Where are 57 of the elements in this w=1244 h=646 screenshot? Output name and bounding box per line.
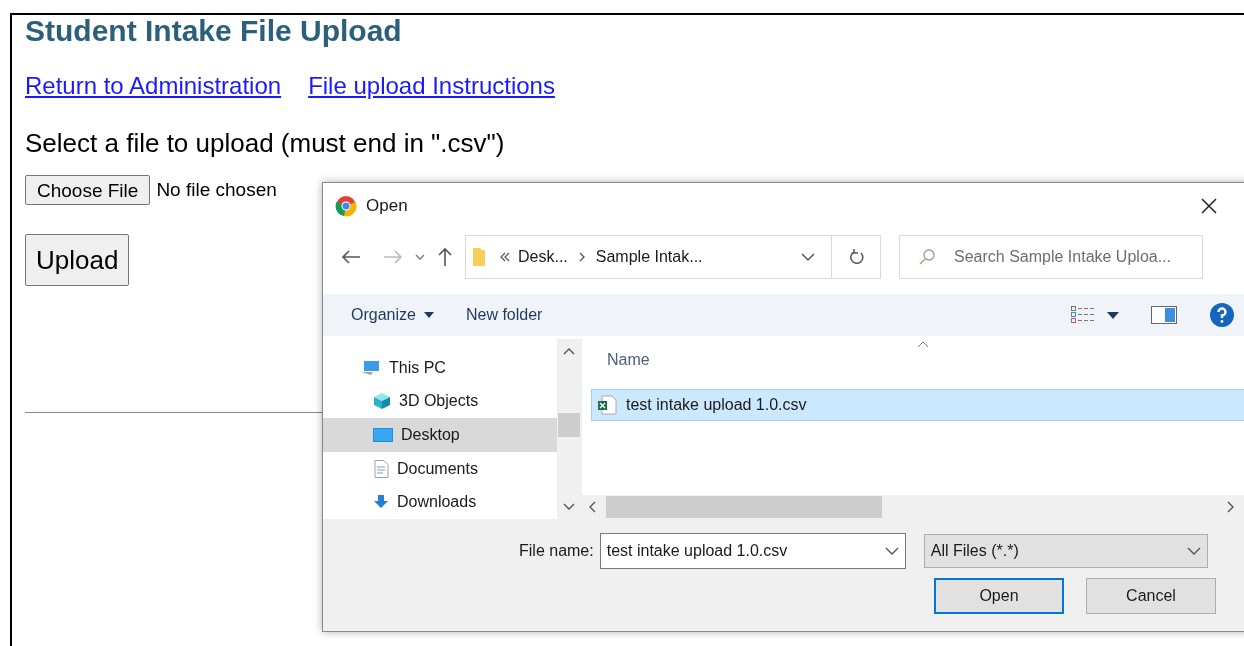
nav-tree-item[interactable]: 3D Objects	[323, 384, 557, 419]
page-title: Student Intake File Upload	[25, 15, 402, 47]
scroll-down-icon[interactable]	[563, 503, 575, 511]
up-arrow-icon[interactable]	[437, 247, 453, 267]
choose-file-button[interactable]: Choose File	[25, 175, 151, 205]
file-row[interactable]: test intake upload 1.0.csv	[591, 389, 1244, 421]
search-icon	[919, 249, 935, 265]
download-icon	[373, 495, 389, 510]
search-field[interactable]: Search Sample Intake Uploa...	[899, 235, 1203, 279]
preview-pane-icon[interactable]	[1151, 306, 1177, 324]
back-arrow-icon[interactable]	[341, 249, 361, 265]
link[interactable]: File upload Instructions	[308, 72, 555, 100]
dropdown-caret-icon	[1186, 547, 1201, 555]
computer-icon	[361, 359, 381, 376]
scrollbar-thumb[interactable]	[558, 413, 580, 437]
caret-down-icon	[423, 312, 434, 318]
view-list-icon[interactable]	[1071, 306, 1095, 324]
spreadsheet-file-icon	[597, 395, 617, 415]
document-icon	[373, 459, 389, 478]
caret-icon[interactable]	[415, 253, 425, 261]
column-header[interactable]: Name	[607, 348, 1244, 372]
nav-tree-item[interactable]: Downloads	[323, 485, 557, 519]
link[interactable]: Return to Administration	[25, 72, 282, 100]
address-bar[interactable]: Desk... Sample Intak...	[465, 235, 881, 279]
toolbar-button[interactable]: New folder	[465, 303, 543, 327]
file-name-field[interactable]: test intake upload 1.0.csv	[599, 533, 906, 569]
nav-tree-item[interactable]: This PC	[323, 351, 557, 385]
caret-down-icon[interactable]	[1107, 311, 1119, 319]
folder-icon	[472, 246, 486, 268]
toolbar-button[interactable]: Organize	[351, 303, 434, 327]
dropdown-caret-icon[interactable]	[801, 252, 815, 262]
chevron-right-icon	[577, 252, 586, 262]
dialog-button[interactable]: Open	[934, 578, 1064, 614]
scrollbar-thumb[interactable]	[606, 496, 882, 518]
file-name-label: File name:	[519, 541, 594, 561]
nav-tree-item[interactable]: Documents	[323, 451, 557, 486]
upload-prompt: Select a file to upload (must end in ".csv")	[25, 128, 505, 158]
file-type-dropdown[interactable]: All Files (*.*)	[923, 534, 1208, 568]
double-chevron-icon	[500, 252, 510, 262]
scroll-left-icon[interactable]	[588, 501, 596, 513]
dialog-title: Open	[366, 194, 408, 217]
cube-icon	[373, 392, 391, 411]
browser-logo-icon	[335, 194, 357, 217]
refresh-icon[interactable]	[848, 248, 864, 266]
breadcrumb-item[interactable]: Sample Intak...	[595, 245, 703, 269]
desktop-icon	[373, 427, 393, 443]
upload-button[interactable]: Upload	[25, 234, 130, 286]
nav-tree-item[interactable]: Desktop	[323, 418, 557, 452]
breadcrumb-item[interactable]: Desk...	[518, 245, 568, 269]
close-icon[interactable]	[1201, 197, 1217, 214]
scroll-up-icon[interactable]	[563, 347, 575, 355]
scroll-right-icon[interactable]	[1227, 501, 1235, 513]
help-icon[interactable]	[1209, 302, 1235, 328]
dropdown-caret-icon	[884, 547, 899, 555]
dialog-button[interactable]: Cancel	[1086, 578, 1216, 614]
sort-caret-icon	[917, 341, 929, 348]
file-status: No file chosen	[156, 177, 277, 202]
